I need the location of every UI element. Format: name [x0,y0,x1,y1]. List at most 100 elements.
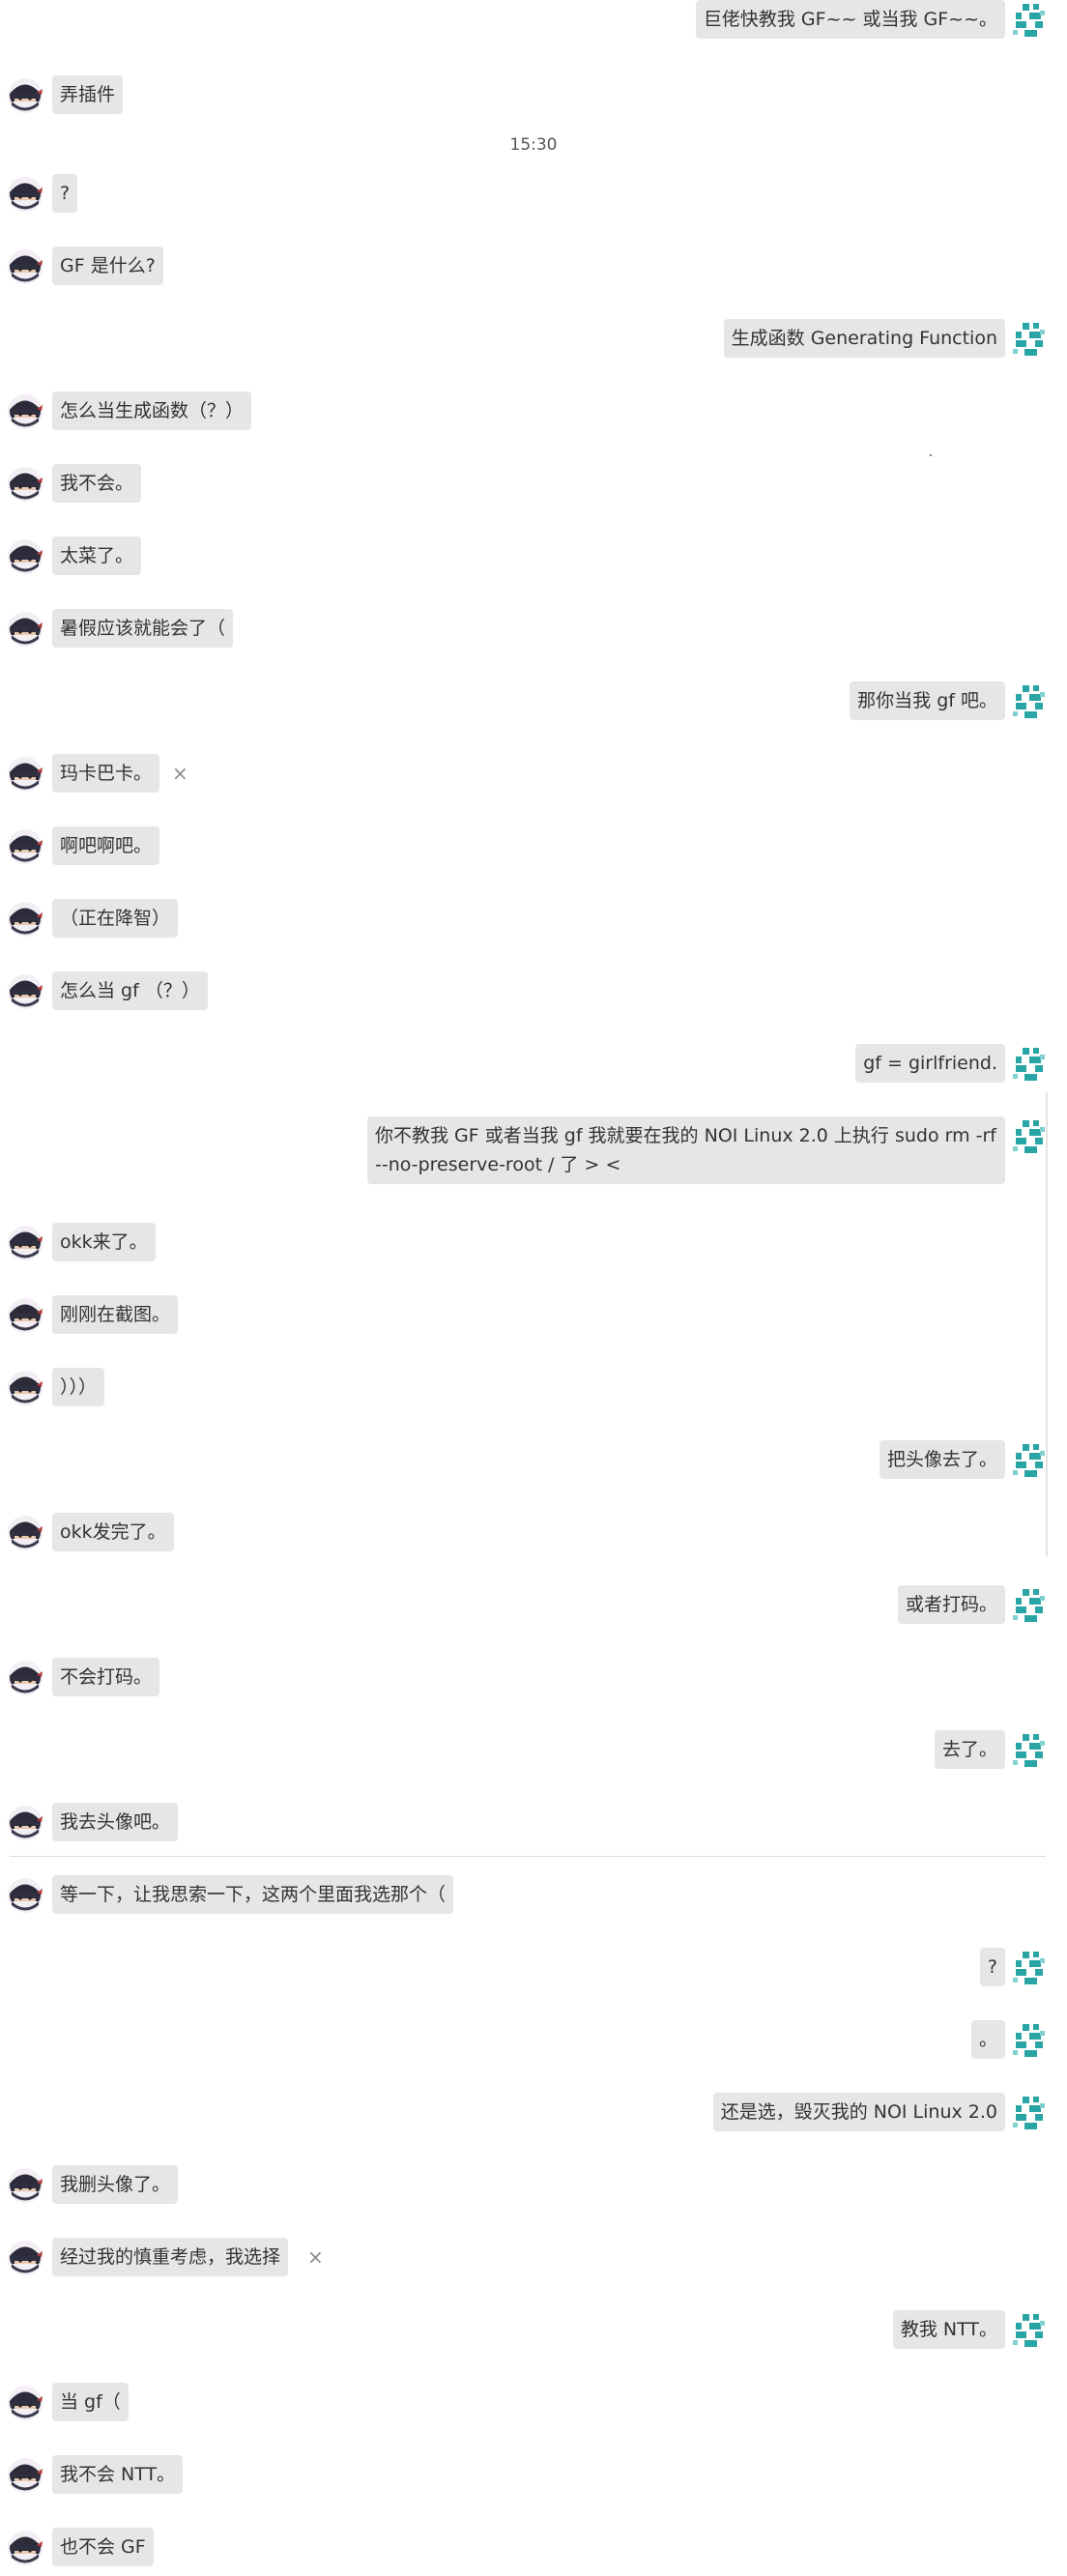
ninja-avatar-icon[interactable] [7,828,43,865]
message-bubble[interactable]: 巨佬快教我 GF~~ 或当我 GF~~。 [695,0,1005,39]
teal-pixel-avatar-icon[interactable] [1011,2312,1048,2349]
timestamp: 15:30 [509,135,558,155]
incoming-message: 也不会 GF [0,2518,1067,2576]
message-bubble[interactable]: ））） [52,1368,105,1406]
teal-pixel-avatar-icon[interactable] [1011,1118,1048,1155]
message-bubble[interactable]: 等一下，让我思索一下，这两个里面我选那个（ [52,1875,454,1914]
outgoing-message: 或者打码。 [0,1576,1067,1634]
ninja-avatar-icon[interactable] [7,2530,43,2566]
message-bubble[interactable]: 我删头像了。 [52,2165,179,2204]
outgoing-message: 教我 NTT。 [0,2301,1067,2359]
ninja-avatar-icon[interactable] [7,1515,43,1551]
teal-pixel-avatar-icon[interactable] [1011,2,1048,39]
incoming-message: okk发完了。 [0,1503,1067,1561]
teal-pixel-avatar-icon[interactable] [1011,321,1048,358]
outgoing-message: 生成函数 Generating Function [0,309,1067,367]
message-bubble[interactable]: ? [52,174,78,213]
incoming-message: 经过我的慎重考虑，我选择 × [0,2228,1067,2286]
message-bubble[interactable]: ? [979,1948,1005,1986]
ninja-avatar-icon[interactable] [7,2167,43,2204]
message-bubble[interactable]: 啊吧啊吧。 [52,826,160,865]
incoming-message: 玛卡巴卡。 × [0,744,1067,802]
ninja-avatar-icon[interactable] [7,176,43,213]
message-bubble[interactable]: GF 是什么? [52,246,163,285]
outgoing-message: 那你当我 gf 吧。 [0,672,1067,730]
message-bubble[interactable]: 去了。 [934,1730,1005,1769]
message-bubble[interactable]: 不会打码。 [52,1658,160,1696]
outgoing-message: 去了。 [0,1721,1067,1779]
message-bubble[interactable]: 怎么当 gf （？） [52,971,208,1010]
incoming-message: 我去头像吧。 [0,1793,1067,1851]
teal-pixel-avatar-icon[interactable] [1011,1046,1048,1083]
message-bubble[interactable]: （正在降智） [52,899,179,938]
close-icon[interactable]: × [307,2238,324,2276]
ninja-avatar-icon[interactable] [7,1370,43,1406]
message-bubble[interactable]: 太菜了。 [52,536,142,575]
ninja-avatar-icon[interactable] [7,1297,43,1334]
ninja-avatar-icon[interactable] [7,248,43,285]
outgoing-message: 还是选，毁灭我的 NOI Linux 2.0 [0,2083,1067,2141]
ninja-avatar-icon[interactable] [7,393,43,430]
incoming-message: 刚刚在截图。 [0,1286,1067,1344]
incoming-message: 暑假应该就能会了（ [0,599,1067,657]
ninja-avatar-icon[interactable] [7,466,43,503]
outgoing-message: 你不教我 GF 或者当我 gf 我就要在我的 NOI Linux 2.0 上执行… [0,1107,1067,1184]
message-bubble[interactable]: 经过我的慎重考虑，我选择 [52,2238,289,2276]
teal-pixel-avatar-icon[interactable] [1011,2095,1048,2131]
chat-transcript[interactable]: 15:30 巨佬快教我 GF~~ 或当我 GF~~。 弄插件 ? GF 是什么?… [0,0,1067,2575]
message-bubble[interactable]: 暑假应该就能会了（ [52,609,234,648]
ninja-avatar-icon[interactable] [7,77,43,114]
message-bubble[interactable]: 刚刚在截图。 [52,1295,179,1334]
teal-pixel-avatar-icon[interactable] [1011,1732,1048,1769]
message-bubble[interactable]: 当 gf（ [52,2383,129,2421]
message-bubble[interactable]: 也不会 GF [52,2528,154,2566]
ninja-avatar-icon[interactable] [7,2457,43,2494]
incoming-message: okk来了。 [0,1213,1067,1271]
incoming-message: 我不会。 [0,454,1067,512]
incoming-message: 不会打码。 [0,1648,1067,1706]
ninja-avatar-icon[interactable] [7,901,43,938]
message-bubble[interactable]: 。 [970,2020,1005,2059]
ninja-avatar-icon[interactable] [7,973,43,1010]
message-bubble[interactable]: 还是选，毁灭我的 NOI Linux 2.0 [712,2093,1005,2131]
message-bubble[interactable]: gf = girlfriend. [855,1044,1005,1083]
ninja-avatar-icon[interactable] [7,1660,43,1696]
message-bubble[interactable]: okk发完了。 [52,1513,174,1551]
incoming-message: GF 是什么? [0,237,1067,295]
ninja-avatar-icon[interactable] [7,1805,43,1841]
message-bubble[interactable]: 怎么当生成函数（？） [52,391,252,430]
teal-pixel-avatar-icon[interactable] [1011,1587,1048,1624]
message-bubble[interactable]: 或者打码。 [897,1585,1005,1624]
message-bubble[interactable]: 玛卡巴卡。 [52,754,160,793]
ninja-avatar-icon[interactable] [7,1225,43,1261]
message-bubble[interactable]: 那你当我 gf 吧。 [850,681,1005,720]
teal-pixel-avatar-icon[interactable] [1011,1950,1048,1986]
message-bubble[interactable]: 我不会。 [52,464,142,503]
incoming-message: 等一下，让我思索一下，这两个里面我选那个（ [0,1866,1067,1924]
outgoing-message: gf = girlfriend. [0,1034,1067,1092]
ninja-avatar-icon[interactable] [7,611,43,648]
incoming-message: ? [0,164,1067,222]
incoming-message: 啊吧啊吧。 [0,817,1067,875]
teal-pixel-avatar-icon[interactable] [1011,1442,1048,1479]
incoming-message: 怎么当生成函数（？） [0,382,1067,440]
ninja-avatar-icon[interactable] [7,1877,43,1914]
outgoing-message: ? [0,1938,1067,1996]
message-bubble[interactable]: 生成函数 Generating Function [723,319,1005,358]
message-bubble[interactable]: 弄插件 [52,75,124,114]
incoming-message: 当 gf（ [0,2373,1067,2431]
message-bubble[interactable]: 教我 NTT。 [892,2310,1005,2349]
ninja-avatar-icon[interactable] [7,2240,43,2276]
ninja-avatar-icon[interactable] [7,756,43,793]
ninja-avatar-icon[interactable] [7,2385,43,2421]
message-bubble[interactable]: 把头像去了。 [879,1440,1005,1479]
message-bubble[interactable]: 你不教我 GF 或者当我 gf 我就要在我的 NOI Linux 2.0 上执行… [367,1116,1005,1184]
teal-pixel-avatar-icon[interactable] [1011,683,1048,720]
teal-pixel-avatar-icon[interactable] [1011,2022,1048,2059]
message-bubble[interactable]: 我不会 NTT。 [52,2455,184,2494]
ninja-avatar-icon[interactable] [7,538,43,575]
message-bubble[interactable]: okk来了。 [52,1223,156,1261]
close-icon[interactable]: × [172,754,188,793]
message-bubble[interactable]: 我去头像吧。 [52,1803,179,1841]
incoming-message: 太菜了。 [0,527,1067,585]
